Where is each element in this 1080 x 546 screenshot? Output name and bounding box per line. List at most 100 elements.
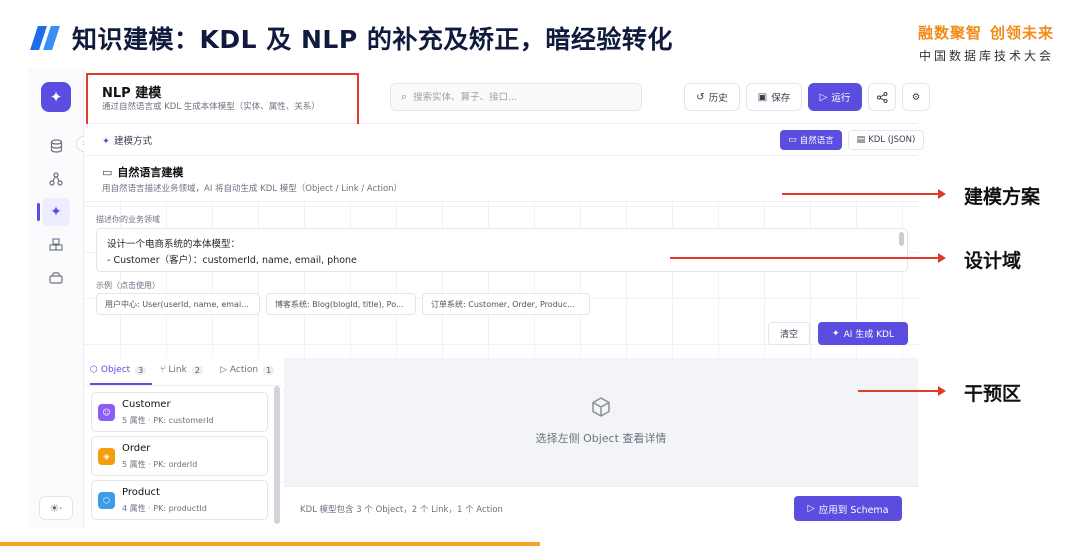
tab-natural-language-label: 自然语言 — [799, 136, 834, 146]
brand-slogan: 融数聚智 创领未来 — [918, 22, 1054, 43]
brand-block: 融数聚智 创领未来 中国数据库技术大会 — [918, 22, 1054, 64]
model-summary: KDL 模型包含 3 个 Object，2 个 Link，1 个 Action — [300, 505, 503, 515]
cube-icon — [590, 396, 612, 423]
list-item[interactable]: ☺ Customer 5 属性 · PK: customerId — [91, 392, 268, 432]
history-button[interactable]: ↺ 历史 — [684, 83, 740, 111]
drive-icon[interactable] — [42, 264, 70, 292]
file-icon: ▤ — [856, 135, 866, 145]
tab-object-count: 3 — [135, 365, 147, 375]
tab-link[interactable]: ⑂ Link 2 — [160, 365, 203, 375]
tab-kdl-json-label: KDL (JSON) — [868, 135, 916, 145]
tab-action-label: Action — [229, 365, 259, 375]
box-icon: ⬡ — [98, 492, 115, 509]
chat-icon: ▭ — [788, 135, 797, 145]
sparkle-icon: ✦ — [832, 328, 840, 339]
save-label: 保存 — [771, 93, 791, 104]
examples-label: 示例（点击使用） — [96, 281, 160, 290]
object-list: ☺ Customer 5 属性 · PK: customerId ◈ Order… — [84, 386, 282, 528]
list-scrollbar[interactable] — [274, 386, 280, 524]
tab-action-count: 1 — [263, 365, 275, 375]
sparkle-icon[interactable]: ✦ — [41, 82, 71, 112]
domain-line: - Customer（客户）：customerId, name, email, … — [107, 255, 357, 266]
footer-bar: KDL 模型包含 3 个 Object，2 个 Link，1 个 Action … — [284, 486, 918, 528]
search-icon: ⌕ — [401, 90, 408, 103]
sparkle-icon[interactable]: ✦ — [42, 198, 70, 226]
tab-object[interactable]: ⬡ Object 3 — [90, 365, 147, 375]
cube-icon: ⬡ — [90, 365, 98, 375]
play-icon: ▷ — [220, 365, 227, 375]
history-icon: ↺ — [696, 91, 705, 103]
history-label: 历史 — [708, 93, 728, 104]
save-icon: ▣ — [757, 91, 768, 103]
brand-slogan-part-1: 融数聚智 — [917, 24, 982, 42]
annotation-design-domain: 设计域 — [964, 250, 1022, 272]
play-icon: ▷ — [807, 503, 815, 514]
nl-title: ▭ 自然语言建模 — [102, 164, 183, 180]
bottom-stripe — [0, 542, 540, 546]
brand-subtitle: 中国数据库技术大会 — [918, 49, 1054, 63]
domain-textarea[interactable]: 设计一个电商系统的本体模型： - Customer（客户）：customerId… — [96, 228, 908, 272]
rail-active-indicator — [37, 203, 40, 221]
save-button[interactable]: ▣ 保存 — [746, 83, 802, 111]
database-icon[interactable] — [42, 132, 70, 160]
share-icon[interactable] — [868, 83, 896, 111]
object-name: Order — [122, 443, 151, 454]
annotation-arrow — [670, 253, 946, 263]
object-name: Customer — [122, 399, 171, 410]
example-chip-user-center[interactable]: 用户中心: User(userId, name, emai... — [96, 293, 260, 315]
mode-label-text: 建模方式 — [113, 136, 152, 147]
textarea-scrollbar[interactable] — [899, 232, 904, 246]
nl-title-text: 自然语言建模 — [117, 166, 184, 179]
play-icon: ▷ — [819, 91, 828, 103]
run-label: 运行 — [831, 93, 851, 104]
search-input[interactable] — [413, 91, 614, 103]
tab-natural-language[interactable]: ▭ 自然语言 — [780, 130, 842, 150]
search-box[interactable]: ⌕ — [390, 83, 642, 111]
tab-kdl-json[interactable]: ▤ KDL (JSON) — [848, 130, 924, 150]
tab-link-label: Link — [168, 365, 187, 375]
annotation-arrow — [782, 189, 946, 199]
annotation-intervention-zone: 干预区 — [964, 383, 1022, 405]
domain-label: 描述你的业务领域 — [96, 215, 160, 224]
slide-title: 知识建模：KDL 及 NLP 的补充及矫正，暗经验转化 — [72, 25, 673, 54]
nl-section: ▭ 自然语言建模 用自然语言描述业务领域，AI 将自动生成 KDL 模型（Obje… — [84, 156, 918, 202]
detail-empty-text: 选择左侧 Object 查看详情 — [535, 432, 667, 445]
tag-icon: ◈ — [98, 448, 115, 465]
clear-button[interactable]: 清空 — [768, 322, 810, 345]
list-item[interactable]: ⬡ Product 4 属性 · PK: productId — [91, 480, 268, 520]
apply-schema-label: 应用到 Schema — [818, 504, 889, 516]
gear-icon[interactable]: ⚙ — [902, 83, 930, 111]
object-meta: 5 属性 · PK: customerId — [122, 416, 214, 425]
tab-link-count: 2 — [191, 365, 203, 375]
annotation-modeling-scheme: 建模方案 — [964, 186, 1041, 208]
object-meta: 4 属性 · PK: productId — [122, 504, 207, 513]
link-icon: ⑂ — [160, 365, 166, 375]
user-icon: ☺ — [98, 404, 115, 421]
list-item[interactable]: ◈ Order 5 属性 · PK: orderId — [91, 436, 268, 476]
ai-generate-label: AI 生成 KDL — [843, 330, 894, 340]
brand-slogan-part-2: 创领未来 — [989, 24, 1054, 42]
sun-icon[interactable]: ☀· — [39, 496, 73, 520]
mode-label: ✦ 建模方式 — [102, 133, 152, 147]
apply-schema-button[interactable]: ▷ 应用到 Schema — [794, 496, 902, 521]
sparkle-icon: ✦ — [102, 136, 110, 147]
detail-pane: 选择左侧 Object 查看详情 — [284, 358, 918, 486]
tab-underline — [90, 383, 152, 385]
domain-line: 设计一个电商系统的本体模型： — [107, 239, 241, 250]
title-slash-mark — [28, 26, 60, 50]
side-rail: ✦ ✦ ☀· — [28, 68, 84, 528]
chat-icon: ▭ — [102, 166, 113, 179]
ai-generate-button[interactable]: ✦ AI 生成 KDL — [818, 322, 908, 345]
highlight-box — [86, 73, 359, 127]
app-window: ✦ ✦ ☀· › NLP 建模 通过自然语言或 KDL 生成本体模型（实体、属性… — [28, 68, 930, 528]
run-button[interactable]: ▷ 运行 — [808, 83, 862, 111]
tab-action[interactable]: ▷ Action 1 — [220, 365, 275, 375]
example-chip-blog[interactable]: 博客系统: Blog(blogId, title), Po... — [266, 293, 416, 315]
tab-object-label: Object — [100, 365, 131, 375]
graph-icon[interactable] — [42, 165, 70, 193]
cubes-icon[interactable] — [42, 231, 70, 259]
nl-description: 用自然语言描述业务领域，AI 将自动生成 KDL 模型（Object / Lin… — [102, 184, 403, 194]
example-chip-order[interactable]: 订单系统: Customer, Order, Produc... — [422, 293, 590, 315]
object-tabs: ⬡ Object 3 ⑂ Link 2 ▷ Action 1 — [84, 358, 282, 386]
object-name: Product — [122, 487, 160, 498]
